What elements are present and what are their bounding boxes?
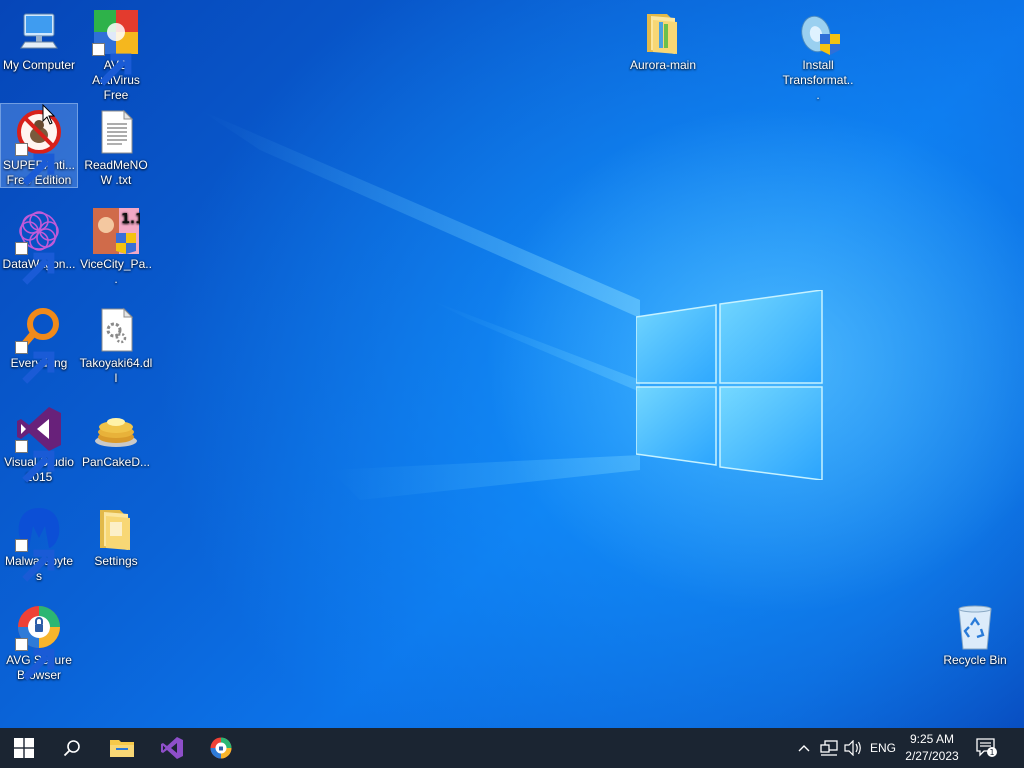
desktop-icon-malwarebytes[interactable]: Malwarebytes <box>1 500 77 584</box>
avg-secure-browser-icon <box>210 737 232 759</box>
taskbar-avg-secure-browser[interactable] <box>197 728 245 768</box>
shortcut-arrow-icon <box>15 638 55 681</box>
volume-icon <box>844 740 861 756</box>
pancake-icon <box>95 418 137 447</box>
desktop-icon-label: ViceCity_Pa... <box>80 257 152 286</box>
desktop-icon-my-computer[interactable]: My Computer <box>1 4 77 73</box>
desktop-icon-label: Recycle Bin <box>943 653 1007 667</box>
desktop-icon-label: PanCakeD... <box>81 455 151 469</box>
shortcut-arrow-icon <box>15 539 55 582</box>
desktop-icon-label: ReadMeNOW .txt <box>84 158 148 187</box>
chevron-up-icon <box>798 745 810 752</box>
search-icon <box>63 740 80 757</box>
show-hidden-icons-button[interactable] <box>794 728 814 768</box>
desktop-icon-avg-secure-browser[interactable]: AVG Secure Browser <box>1 599 77 683</box>
desktop-icon-superantispyware[interactable]: SUPERAnti... Free Edition <box>0 103 78 188</box>
notification-icon: 1 <box>976 738 997 757</box>
mouse-cursor-icon <box>42 104 56 125</box>
desktop-icon-label: My Computer <box>2 58 76 72</box>
taskbar-visual-studio[interactable] <box>148 728 196 768</box>
computer-icon <box>20 13 58 49</box>
folder-icon <box>100 510 130 550</box>
clock[interactable]: 9:25 AM 2/27/2023 <box>896 731 968 765</box>
desktop-icon-pancake[interactable]: PanCakeD... <box>78 401 154 470</box>
desktop-icon-recycle-bin[interactable]: Recycle Bin <box>937 599 1013 668</box>
desktop-icon-label: Takoyaki64.dll <box>79 356 153 385</box>
action-center-button[interactable]: 1 <box>972 728 1002 768</box>
windows-start-icon <box>14 738 34 758</box>
desktop-icon-everything[interactable]: Everything <box>1 302 77 384</box>
vicecity-installer-icon: 1.1 <box>93 208 140 254</box>
desktop-icon-takoyaki[interactable]: Takoyaki64.dll <box>78 302 154 386</box>
desktop-icon-visual-studio[interactable]: Visual Studio 2015 <box>1 401 77 485</box>
clock-date: 2/27/2023 <box>905 749 959 763</box>
desktop-icon-vicecity[interactable]: 1.1 ViceCity_Pa... <box>78 203 154 287</box>
start-button[interactable] <box>0 728 48 768</box>
desktop-icon-aurora-main[interactable]: Aurora-main <box>625 4 701 73</box>
folder-icon <box>647 14 677 54</box>
network-icon <box>820 740 838 756</box>
text-file-icon <box>101 109 134 154</box>
notification-count: 1 <box>989 748 994 757</box>
recycle-bin-icon <box>958 605 992 650</box>
desktop-icon-install-transformat[interactable]: Install Transformat... <box>780 4 856 103</box>
desktop-icon-label: Aurora-main <box>629 58 697 72</box>
dll-file-icon <box>101 307 134 352</box>
desktop-icon-avg-antivirus[interactable]: AVG AntiVirus Free <box>78 4 154 103</box>
desktop-icon-readmenow[interactable]: ReadMeNOW .txt <box>78 104 154 188</box>
shortcut-arrow-icon <box>15 242 55 285</box>
desktop[interactable]: My Computer AVG AntiVirus Free SUPERAnti… <box>0 0 1024 728</box>
shortcut-arrow-icon <box>15 341 55 384</box>
shortcut-arrow-icon <box>15 143 55 186</box>
desktop-icon-datawagon[interactable]: DataWagon... <box>1 203 77 285</box>
desktop-icon-label: Settings <box>94 554 138 568</box>
shortcut-arrow-icon <box>92 43 132 86</box>
visual-studio-icon <box>161 737 183 759</box>
desktop-icon-label: Install Transformat... <box>782 58 854 102</box>
desktop-icon-settings[interactable]: Settings <box>78 500 154 569</box>
network-button[interactable] <box>818 728 840 768</box>
file-explorer-icon <box>110 740 134 757</box>
windows-logo-wallpaper-icon <box>636 290 823 480</box>
installer-icon <box>801 15 840 55</box>
taskbar-file-explorer[interactable] <box>98 728 146 768</box>
svg-text:1.1: 1.1 <box>121 212 140 227</box>
volume-button[interactable] <box>842 728 864 768</box>
clock-time: 9:25 AM <box>909 732 955 746</box>
taskbar: ENG 9:25 AM 2/27/2023 1 <box>0 728 1024 768</box>
input-language-indicator[interactable]: ENG <box>866 728 900 768</box>
shortcut-arrow-icon <box>15 440 55 483</box>
search-button[interactable] <box>48 728 96 768</box>
